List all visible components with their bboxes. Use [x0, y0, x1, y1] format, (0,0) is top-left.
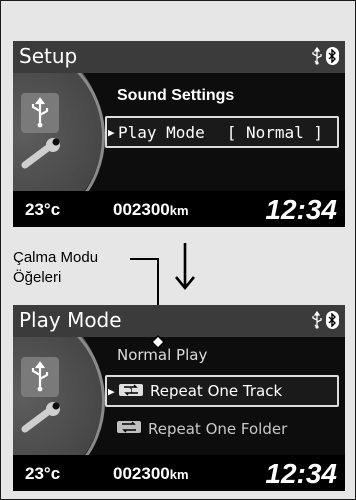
callout-line-1: Çalma Modu [13, 249, 99, 266]
callout-pointer-icon [151, 335, 165, 349]
usb-wrench-icon [21, 93, 59, 133]
clock: 12:34 [265, 458, 337, 489]
screen-header: Setup [13, 41, 345, 73]
status-footer: 23°c 002300km 12:34 [13, 191, 345, 227]
screen-title: Play Mode [19, 308, 122, 332]
screen-body: Normal Play ▶ 1 Repeat One Track Repeat … [13, 337, 345, 455]
menu-item-normal-play[interactable]: Normal Play [105, 339, 339, 371]
screen-header: Play Mode [13, 305, 345, 337]
callout-label: Çalma Modu Öğeleri [13, 248, 98, 288]
callout-leader-h [130, 258, 158, 260]
menu-item-value: [ Normal ] [226, 122, 324, 142]
clock: 12:34 [265, 194, 337, 225]
usb-icon [312, 47, 322, 65]
bluetooth-icon [326, 311, 339, 329]
bluetooth-icon [326, 47, 339, 65]
selection-arrow-icon: ▶ [108, 384, 115, 398]
svg-text:1: 1 [129, 387, 133, 395]
selection-arrow-icon: ▶ [108, 125, 115, 139]
menu-item-repeat-one-track[interactable]: ▶ 1 Repeat One Track [105, 375, 339, 407]
repeat-one-icon: 1 [118, 382, 144, 401]
play-mode-screen: Play Mode Normal Play ▶ 1 Repeat One Tra… [13, 305, 345, 491]
menu-item-label: Repeat One Track [150, 382, 283, 400]
status-icons [311, 47, 339, 65]
manual-figure: Setup Sound Settings ▶ Play Mode [Norma… [0, 0, 356, 500]
screen-title: Setup [19, 44, 78, 68]
menu-item-label: Repeat One Folder [148, 420, 288, 438]
menu-item-repeat-one-folder[interactable]: Repeat One Folder [105, 413, 339, 445]
repeat-folder-icon [116, 420, 142, 438]
usb-wrench-icon [21, 357, 59, 397]
down-arrow-icon [174, 243, 196, 291]
callout-line-2: Öğeleri [13, 269, 62, 286]
odometer-unit: km [169, 467, 189, 482]
odometer-unit: km [169, 203, 189, 218]
odometer: 002300km [113, 200, 189, 220]
screen-body: Sound Settings ▶ Play Mode [ Normal ] [13, 73, 345, 191]
usb-icon [312, 311, 322, 329]
menu-item-play-mode[interactable]: ▶ Play Mode [ Normal ] [105, 116, 339, 148]
temperature: 23°c [25, 464, 61, 483]
setup-screen: Setup Sound Settings ▶ Play Mode [Norma… [13, 41, 345, 227]
odometer: 002300km [113, 464, 189, 484]
status-icons [311, 311, 339, 329]
status-footer: 23°c 002300km 12:34 [13, 455, 345, 491]
menu-heading: Sound Settings [117, 87, 235, 104]
wrench-icon [21, 402, 60, 433]
temperature: 23°c [25, 200, 61, 219]
menu-item-label: Play Mode [118, 122, 205, 142]
odometer-value: 002300 [113, 464, 170, 483]
odometer-value: 002300 [113, 200, 170, 219]
wrench-icon [21, 138, 60, 169]
